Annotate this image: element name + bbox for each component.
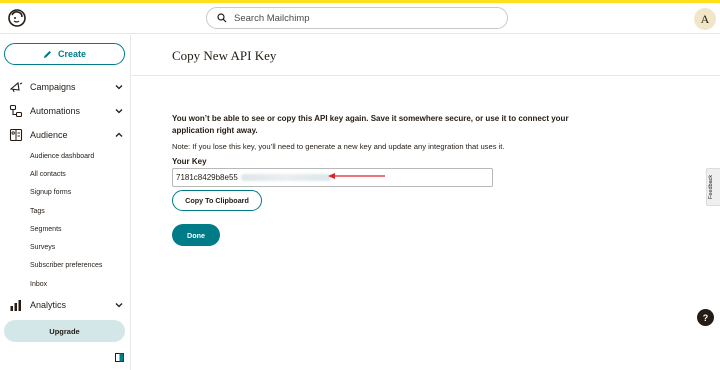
sidebar-subitem-all-contacts[interactable]: All contacts [30, 171, 66, 178]
mailchimp-logo-icon[interactable] [6, 7, 28, 29]
sidebar-subitem-subscriber-preferences[interactable]: Subscriber preferences [30, 262, 102, 269]
api-key-note: Note: If you lose this key, you’ll need … [172, 142, 505, 151]
feedback-label: Feedback [708, 174, 714, 199]
annotation-arrow-icon [328, 173, 385, 179]
avatar[interactable]: A [694, 8, 716, 30]
search-input[interactable]: Search Mailchimp [206, 7, 508, 29]
sidebar-subitem-audience-dashboard[interactable]: Audience dashboard [30, 153, 94, 160]
api-key-label: Your Key [172, 157, 207, 166]
pencil-icon [43, 50, 51, 58]
sidebar-item-label: Automations [30, 106, 81, 116]
sidebar-item-label: Campaigns [30, 82, 76, 92]
page-title: Copy New API Key [172, 48, 277, 63]
automations-icon [9, 104, 23, 118]
sidebar-subitem-surveys[interactable]: Surveys [30, 244, 55, 251]
feedback-tab[interactable]: Feedback [706, 168, 720, 206]
audience-icon [9, 128, 23, 142]
search-placeholder: Search Mailchimp [234, 12, 310, 24]
sidebar-item-analytics[interactable]: Analytics [0, 296, 131, 314]
sidebar-subitem-inbox[interactable]: Inbox [30, 281, 47, 288]
sidebar-subitem-signup-forms[interactable]: Signup forms [30, 189, 71, 196]
campaigns-icon [9, 81, 23, 93]
copy-to-clipboard-button[interactable]: Copy To Clipboard [172, 190, 262, 211]
create-label: Create [57, 49, 86, 59]
search-icon [217, 13, 227, 23]
sidebar-item-automations[interactable]: Automations [0, 102, 131, 120]
api-key-value: 7181c8429b8e55 [176, 173, 238, 182]
main-content: Copy New API Key You won’t be able to se… [132, 35, 720, 370]
sidebar-item-audience[interactable]: Audience [0, 126, 131, 144]
api-key-redacted [240, 174, 331, 181]
create-button[interactable]: Create [4, 43, 125, 65]
chevron-up-icon [115, 132, 123, 137]
sidebar-item-campaigns[interactable]: Campaigns [0, 78, 131, 96]
divider [132, 75, 720, 76]
sidebar: Create Campaigns Automations Audience Au… [0, 35, 131, 370]
collapse-sidebar-icon[interactable] [115, 353, 124, 362]
chevron-down-icon [115, 109, 123, 114]
analytics-icon [10, 300, 21, 311]
api-key-warning: You won’t be able to see or copy this AP… [172, 114, 569, 135]
sidebar-item-label: Audience [30, 130, 68, 140]
sidebar-item-label: Analytics [30, 300, 67, 310]
help-button[interactable]: ? [697, 309, 714, 326]
header: Search Mailchimp A [0, 3, 720, 34]
done-button[interactable]: Done [172, 224, 220, 246]
sidebar-subitem-segments[interactable]: Segments [30, 226, 62, 233]
upgrade-button[interactable]: Upgrade [4, 320, 125, 342]
chevron-down-icon [115, 303, 123, 308]
sidebar-subitem-tags[interactable]: Tags [30, 208, 45, 215]
chevron-down-icon [115, 85, 123, 90]
